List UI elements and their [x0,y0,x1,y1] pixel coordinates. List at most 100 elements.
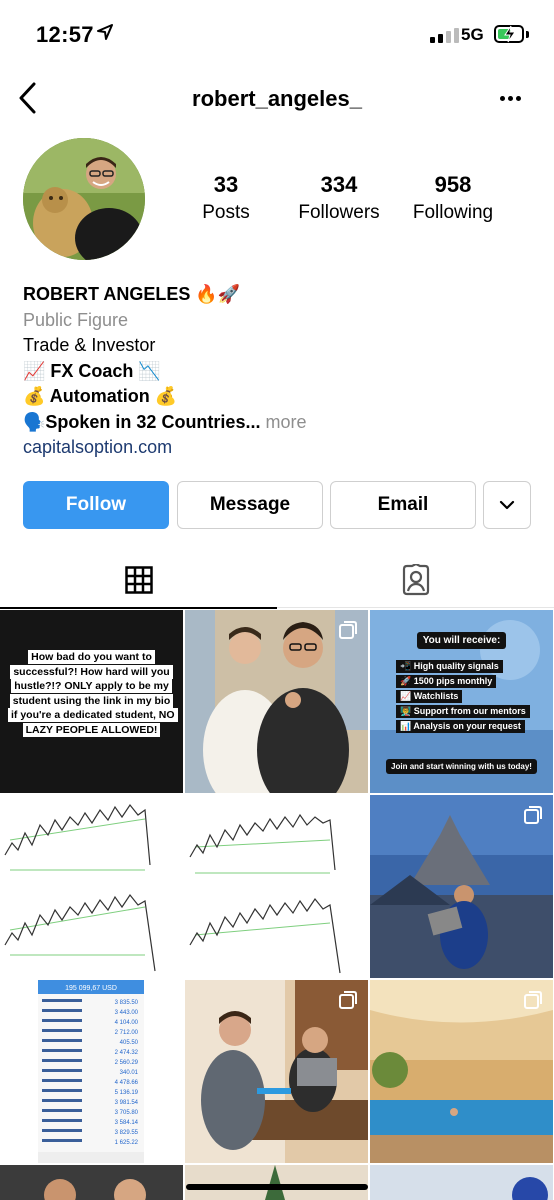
trade-row-value: 3 835.50 [115,1000,139,1006]
tab-tagged[interactable] [277,552,554,608]
username-title: robert_angeles_ [192,86,362,111]
posts-count: 33 [213,172,239,197]
bio-website-link[interactable]: capitalsoption.com [23,435,543,461]
post-tile[interactable] [0,795,183,978]
signals-heading: You will receive: [370,630,553,649]
trade-row-label [42,1139,82,1142]
status-bar: 12:57 5G [0,0,554,70]
signals-item: 📲 High quality signals [396,660,503,673]
multiple-posts-icon [524,991,542,1009]
forex-chart-image [4,803,156,972]
following-label: Following [412,202,494,223]
post-tile[interactable] [370,1165,553,1200]
follow-button[interactable]: Follow [23,481,169,529]
post-tile[interactable] [370,980,553,1163]
following-count: 958 [434,172,472,197]
trade-row-label [42,1109,82,1112]
stat-following[interactable]: 958 Following [393,172,513,224]
bio-line-3: 💰 Automation 💰 [23,386,178,406]
trade-row-label [42,1059,82,1062]
network-type: 5G [461,25,484,44]
forex-chart-image [189,813,341,974]
post-tile[interactable] [0,1165,183,1200]
account-balance-text: 195 099,67 USD [65,985,117,992]
trade-row-value: 2 712.00 [115,1030,139,1036]
signal-strength-icon [430,27,459,43]
more-options-icon[interactable] [500,92,530,104]
trade-row-value: 2 560.29 [115,1060,139,1066]
post-tile[interactable]: You will receive: 📲 High quality signals… [370,610,553,793]
trade-row-label [42,1039,82,1042]
bio-line-4-text: 🗣️Spoken in 32 Countries... [23,411,261,432]
profile-avatar[interactable] [23,138,145,260]
post-tile[interactable] [370,795,553,978]
location-arrow-icon [97,24,113,40]
trade-row-label [42,1009,82,1012]
stat-followers[interactable]: 334 Followers [279,172,399,224]
tab-divider [277,607,554,608]
avatar-photo [23,138,145,260]
profile-category: Public Figure [23,309,129,330]
trade-row-value: 3 443.00 [115,1010,139,1016]
suggested-dropdown-button[interactable] [483,481,531,529]
trade-row-value: 5 136.19 [115,1090,139,1096]
trade-row-label [42,1019,82,1022]
tagged-person-icon [402,564,429,596]
bio-line-4: 🗣️Spoken in 32 Countries... more [23,410,543,436]
bio-line-1: Trade & Investor [23,335,156,355]
signals-item: 🚀 1500 pips monthly [396,675,497,688]
post-caption-text: How bad do you want to successful?! How … [8,650,178,737]
trade-row-value: 405.50 [120,1040,139,1046]
trade-row-label [42,1069,82,1072]
bio-more-link[interactable]: more [260,412,306,432]
trade-row-value: 4 478.66 [115,1080,139,1086]
signals-item: 👨‍🏫 Support from our mentors [396,705,530,718]
post-photo [185,1165,368,1200]
trade-row-label [42,1089,82,1092]
signals-footer: Join and start winning with us today! [370,756,553,774]
trade-row-value: 3 829.55 [115,1130,139,1136]
trade-row-label [42,1049,82,1052]
profile-tabs [0,552,554,609]
post-tile[interactable] [185,980,368,1163]
trade-row-value: 4 104.00 [115,1020,139,1026]
profile-header: robert_angeles_ [0,70,554,126]
trade-row-label [42,1099,82,1102]
chevron-down-icon [499,500,515,510]
battery-cap [526,31,529,38]
multiple-posts-icon [524,806,542,824]
post-photo [0,1165,183,1200]
trade-row-label [42,1119,82,1122]
post-tile[interactable]: 195 099,67 USD 3 835.50 3 443.00 4 104.00 2… [0,980,183,1163]
stat-posts[interactable]: 33 Posts [166,172,286,224]
trade-row-value: 3 705.80 [115,1110,139,1116]
trade-row-value: 1 625.22 [115,1140,139,1146]
profile-bio: ROBERT ANGELES 🔥🚀 Public Figure Trade & … [23,282,543,461]
signals-item: 📈 Watchlists [396,690,463,703]
posts-label: Posts [202,202,250,223]
trade-row-label [42,999,82,1002]
trade-row-value: 340.01 [120,1070,139,1076]
post-photo [370,1165,553,1200]
trade-row-label [42,1079,82,1082]
signals-list: 📲 High quality signals 🚀 1500 pips month… [396,660,530,735]
profile-name: ROBERT ANGELES 🔥🚀 [23,284,241,304]
tab-active-indicator [0,607,277,609]
trade-row-value: 2 474.32 [115,1050,139,1056]
post-tile[interactable] [185,610,368,793]
multiple-posts-icon [339,621,357,639]
charging-bolt-icon [504,25,516,43]
post-tile[interactable] [185,795,368,978]
followers-count: 334 [320,172,358,197]
tab-grid[interactable] [0,552,277,608]
trading-app-screenshot: 195 099,67 USD 3 835.50 3 443.00 4 104.00 2… [38,980,144,1163]
status-time: 12:57 [36,22,94,47]
post-tile[interactable] [185,1165,368,1200]
trade-row-label [42,1029,82,1032]
post-tile[interactable]: How bad do you want to successful?! How … [0,610,183,793]
trade-row-label [42,1129,82,1132]
bio-line-2: 📈 FX Coach 📉 [23,360,161,381]
multiple-posts-icon [339,991,357,1009]
email-button[interactable]: Email [330,481,476,529]
message-button[interactable]: Message [177,481,323,529]
